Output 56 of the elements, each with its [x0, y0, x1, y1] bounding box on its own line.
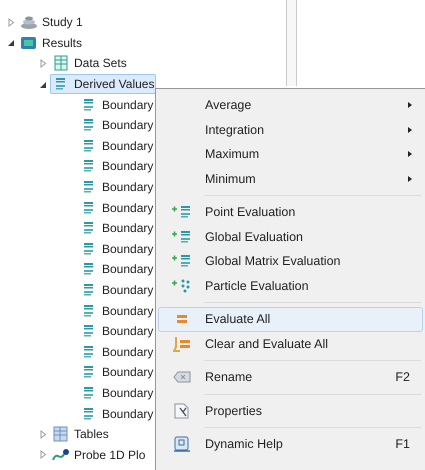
- menu-item[interactable]: Minimum: [158, 166, 423, 191]
- expand-arrow-icon[interactable]: [39, 450, 47, 460]
- tables-icon: [52, 426, 70, 442]
- submenu-arrow-icon: [408, 151, 412, 158]
- menu-item[interactable]: Rename F2: [158, 365, 423, 390]
- tree-item[interactable]: Boundary: [78, 321, 156, 342]
- tree-item[interactable]: Boundary: [78, 198, 156, 218]
- menu-item[interactable]: Point Evaluation: [158, 200, 423, 224]
- tree-item[interactable]: Boundary: [78, 342, 156, 362]
- tree-item[interactable]: Boundary: [78, 94, 156, 115]
- menu-item[interactable]: Global Matrix Evaluation: [158, 249, 423, 274]
- tree-item[interactable]: Tables: [50, 424, 111, 444]
- collapse-arrow-icon[interactable]: [7, 38, 15, 48]
- tree-item[interactable]: Boundary: [78, 280, 156, 300]
- tree-item[interactable]: Boundary: [78, 218, 156, 238]
- tree-item[interactable]: Derived Values: [50, 74, 156, 94]
- results-icon: [20, 34, 38, 51]
- submenu-arrow-icon: [408, 176, 412, 182]
- tree-item[interactable]: Study 1: [18, 12, 85, 32]
- menu-item[interactable]: Particle Evaluation: [158, 274, 423, 298]
- menu-item[interactable]: Global Evaluation: [158, 224, 423, 249]
- expand-arrow-icon[interactable]: [39, 58, 47, 68]
- tag-icon: [173, 369, 191, 386]
- tree-item[interactable]: Boundary: [78, 156, 156, 176]
- tree-item[interactable]: Data Sets: [50, 53, 129, 74]
- add-value-icon: [171, 253, 193, 270]
- add-value-icon: [171, 204, 193, 220]
- submenu-arrow-icon: [408, 126, 412, 133]
- tree-item[interactable]: Boundary: [78, 300, 156, 321]
- tree-item[interactable]: Boundary: [78, 382, 156, 403]
- tree-item[interactable]: Boundary: [78, 115, 156, 136]
- tree-item[interactable]: Boundary: [78, 404, 156, 424]
- tree-item[interactable]: Boundary: [78, 362, 156, 382]
- menu-item[interactable]: Evaluate All: [158, 307, 423, 332]
- tree-item[interactable]: Boundary: [78, 259, 156, 280]
- plot-icon: [52, 446, 70, 463]
- tree-item[interactable]: Boundary: [78, 238, 156, 259]
- add-value-icon: [171, 228, 193, 245]
- tree-item[interactable]: Boundary: [78, 177, 156, 198]
- menu-item[interactable]: Integration: [158, 118, 423, 142]
- tree-item[interactable]: Results: [18, 32, 84, 53]
- tree-item[interactable]: Probe 1D Plo: [50, 444, 148, 465]
- menu-item[interactable]: Maximum: [158, 142, 423, 166]
- submenu-arrow-icon: [408, 102, 412, 108]
- expand-arrow-icon[interactable]: [39, 430, 47, 439]
- tree-item[interactable]: Boundary: [78, 136, 156, 156]
- menu-item[interactable]: Clear and Evaluate All: [158, 332, 423, 356]
- splitter-bar[interactable]: [286, 0, 297, 86]
- menu-item[interactable]: Average: [158, 93, 423, 118]
- document-icon: [173, 402, 191, 419]
- datasets-icon: [52, 55, 70, 72]
- menu-item[interactable]: Properties: [158, 398, 423, 423]
- expand-arrow-icon[interactable]: [7, 18, 15, 27]
- collapse-arrow-icon[interactable]: [39, 80, 47, 89]
- study-icon: [20, 14, 38, 30]
- menu-item[interactable]: Dynamic Help F1: [158, 432, 423, 456]
